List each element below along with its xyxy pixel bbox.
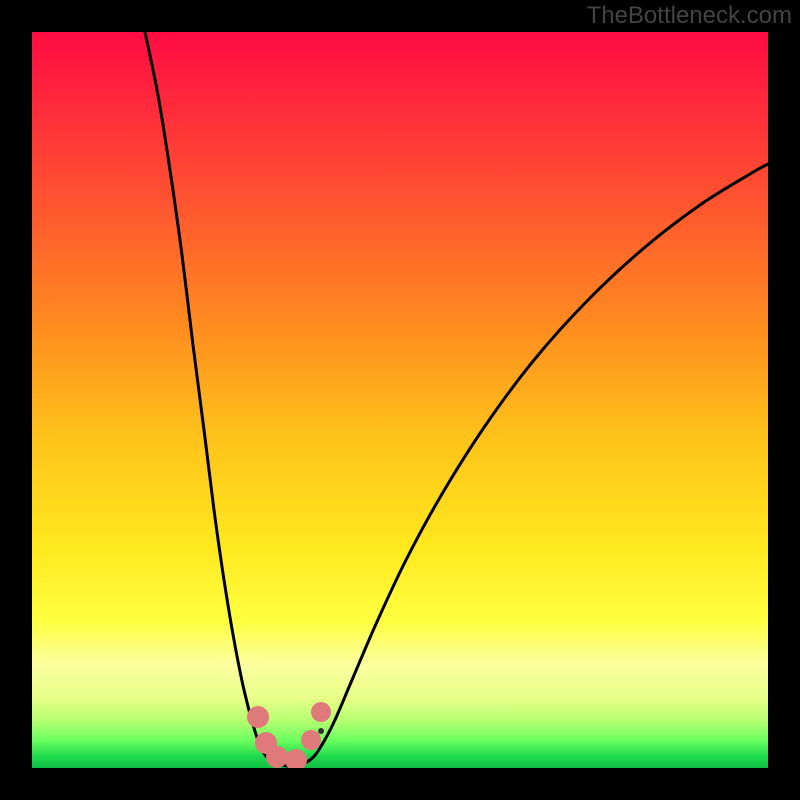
marker-3 <box>285 749 307 771</box>
marker-5 <box>311 702 331 722</box>
marker-2 <box>266 746 288 768</box>
marker-6 <box>318 728 324 734</box>
marker-0 <box>247 706 269 728</box>
gradient-background <box>32 32 768 768</box>
watermark-text: TheBottleneck.com <box>587 2 792 30</box>
bottleneck-chart <box>0 0 800 800</box>
marker-4 <box>301 730 321 750</box>
chart-frame: TheBottleneck.com <box>0 0 800 800</box>
